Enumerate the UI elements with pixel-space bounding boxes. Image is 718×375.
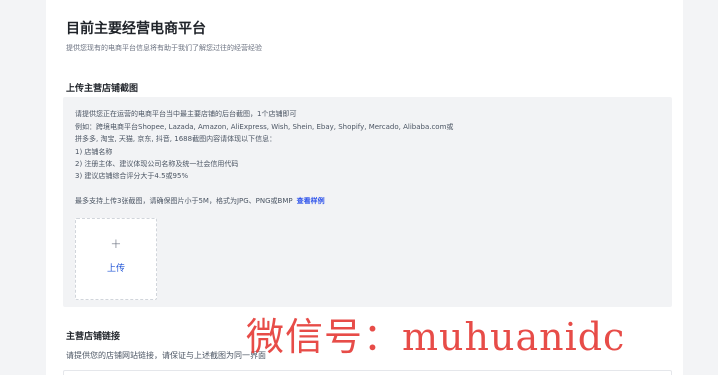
store-link-description: 请提供您的店铺网站链接，请保证与上述截图为同一界面 [66, 351, 266, 360]
requirement-line: 2) 注册主体、建议体现公司名称及统一社会信用代码 [75, 160, 239, 168]
requirement-line: 例如：跨境电商平台Shopee, Lazada, Amazon, AliExpr… [75, 123, 454, 131]
plus-icon: + [110, 237, 122, 252]
upload-limit-label: 最多支持上传3张截图，请确保图片小于5M，格式为JPG、PNG或BMP [75, 197, 293, 205]
upload-label: 上传 [106, 264, 125, 274]
requirement-line: 1) 店铺名称 [75, 148, 113, 156]
store-link-input[interactable] [63, 370, 672, 375]
upload-requirements-box: 请提供您正在运营的电商平台当中最主要店铺的后台截图，1个店铺即可 例如：跨境电商… [63, 97, 672, 307]
view-sample-link[interactable]: 查看样例 [297, 197, 325, 205]
upload-section-title: 上传主营店铺截图 [66, 84, 139, 94]
upload-limit-text: 最多支持上传3张截图，请确保图片小于5M，格式为JPG、PNG或BMP 查看样例 [75, 196, 325, 206]
page-title: 目前主要经营电商平台 [66, 21, 206, 37]
requirement-line: 3) 建议店铺综合评分大于4.5或95% [75, 172, 189, 180]
page-subtitle: 提供您现有的电商平台信息将有助于我们了解您过往的经营经验 [66, 44, 262, 52]
store-link-title: 主营店铺链接 [66, 332, 121, 342]
requirement-line: 拼多多, 淘宝, 天猫, 京东, 抖音, 1688截图内容请体现以下信息： [75, 135, 277, 143]
watermark: 微信号：muhuanidc [246, 315, 626, 359]
requirement-line: 请提供您正在运营的电商平台当中最主要店铺的后台截图，1个店铺即可 [75, 110, 297, 118]
upload-button[interactable]: + 上传 [75, 218, 157, 300]
